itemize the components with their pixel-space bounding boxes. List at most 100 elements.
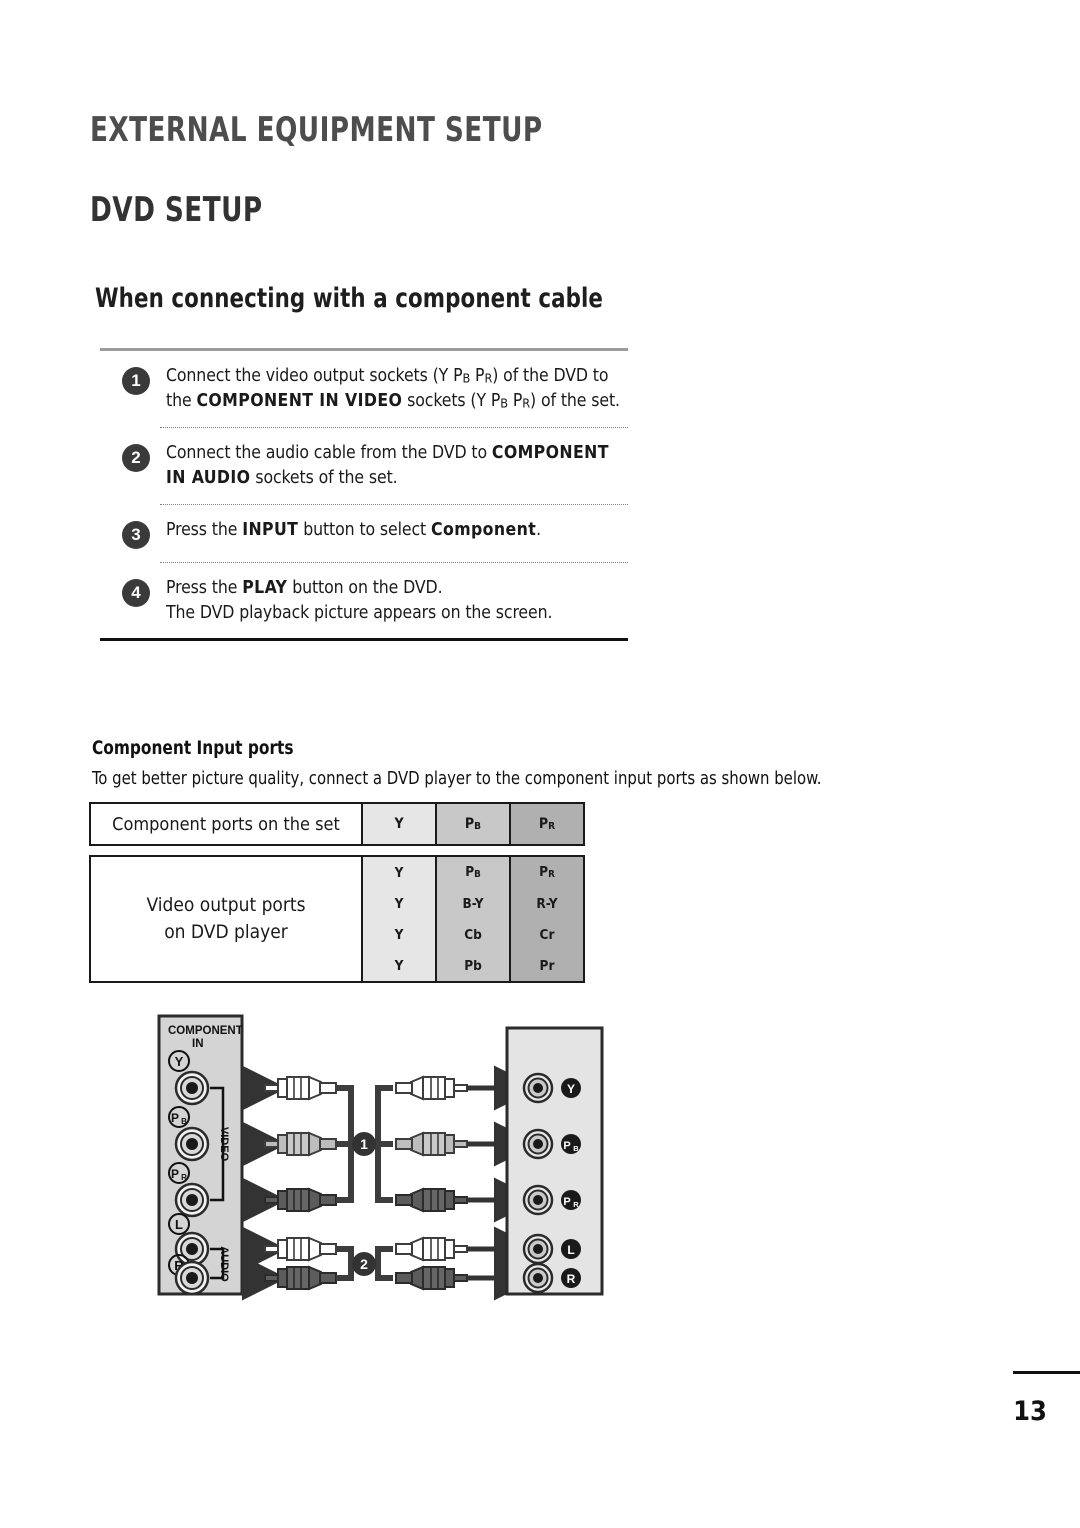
step-badge-4: 4 <box>122 578 150 607</box>
table-dvd-cell-pb-3: Pb <box>435 950 511 983</box>
svg-text:2: 2 <box>360 1256 368 1272</box>
table-dvd-cell-pr-3: Pr <box>509 950 585 983</box>
table-row: Video output ports on DVD player Y PB PR <box>89 855 585 983</box>
cable-plug-left-l <box>264 1237 337 1261</box>
dvd-jack-label-pr: P R <box>561 1190 581 1210</box>
panel-title-line1: COMPONENT <box>168 1025 243 1037</box>
step3-frag-c: button to select <box>298 519 432 540</box>
tv-jack-pr <box>174 1182 210 1218</box>
tv-component-in-panel: COMPONENT IN Y P B P R L R VIDEO AUDIO <box>157 1014 244 1296</box>
cell-main: Y <box>394 864 404 881</box>
step1-frag-i: B <box>500 395 508 411</box>
step1-frag-b: B <box>462 370 471 386</box>
video-group-label: VIDEO <box>218 1127 230 1162</box>
table-dvd-cell-pr-1: R-Y <box>509 888 585 919</box>
right-arrows <box>467 1065 539 1301</box>
cell-sub: R <box>548 869 555 881</box>
panel-title-line2: IN <box>192 1038 204 1050</box>
table-set-row-label: Component ports on the set <box>89 802 363 846</box>
dvd-jack-label-y: Y <box>561 1078 581 1098</box>
svg-text:Y: Y <box>175 1054 184 1069</box>
dvd-jack-label-r: R <box>561 1268 581 1288</box>
svg-text:B: B <box>181 1117 187 1126</box>
table-dvd-cell-pr-0: PR <box>509 855 585 888</box>
table-component-ports-on-set: Component ports on the set Y P B PR <box>89 802 585 846</box>
chapter-title: EXTERNAL EQUIPMENT SETUP <box>90 110 543 150</box>
step1-frag-e: ) of the DVD to <box>492 366 609 386</box>
left-arrows <box>242 1065 287 1301</box>
footer-rule <box>1013 1371 1080 1374</box>
cable-plug-left-r <box>264 1266 337 1290</box>
cell-main: Cb <box>464 926 482 943</box>
tv-jack-pb <box>174 1126 210 1162</box>
video-cable-bundle-right <box>375 1085 393 1203</box>
cable-plug-left-pb <box>264 1132 337 1156</box>
component-input-ports-description: To get better picture quality, connect a… <box>92 768 822 789</box>
step-badge-1: 1 <box>122 367 150 395</box>
table-set-cell-pr: PR <box>509 802 585 846</box>
step2-frag-a: Connect the audio cable from the DVD to <box>166 442 492 463</box>
step-row-1: 1 Connect the video output sockets (Y PB… <box>100 351 628 427</box>
cell-main: P <box>538 815 549 832</box>
table-dvd-cell-pr-2: Cr <box>509 919 585 950</box>
svg-text:P: P <box>171 1111 179 1125</box>
step-row-3: 3 Press the INPUT button to select Compo… <box>100 505 628 562</box>
dvd-jack-label-pb: P B <box>561 1134 581 1154</box>
cable-plug-right-pr <box>395 1188 468 1212</box>
cable-plug-right-r <box>395 1266 468 1290</box>
cell-sub: B <box>474 821 482 833</box>
step4-bold-play: PLAY <box>242 577 288 598</box>
table-dvd-cell-y-1: Y <box>361 888 437 919</box>
step1-frag-f: the <box>166 391 197 412</box>
step1-frag-l: ) of the set. <box>530 391 620 412</box>
svg-text:P: P <box>171 1167 179 1181</box>
step-row-2: 2 Connect the audio cable from the DVD t… <box>100 428 628 504</box>
section-title: DVD SETUP <box>90 190 263 230</box>
dvd-jack-label-l: L <box>561 1239 581 1259</box>
step1-frag-h: sockets (Y P <box>402 391 501 412</box>
step2-frag-d: sockets of the set. <box>250 468 398 489</box>
dvd-output-panel: Y P B P R L R <box>505 1026 604 1296</box>
svg-text:L: L <box>175 1217 183 1232</box>
cell-sub: B <box>474 869 481 881</box>
table-dvd-cell-y-0: Y <box>361 855 437 888</box>
svg-text:Y: Y <box>567 1082 575 1096</box>
cable-plug-right-l <box>395 1237 468 1261</box>
cell-main: Y <box>394 957 404 974</box>
steps-block: 1 Connect the video output sockets (Y PB… <box>100 348 628 642</box>
step1-frag-a: Connect the video output sockets (Y P <box>166 366 463 386</box>
cell-main: B-Y <box>462 895 484 912</box>
connection-diagram: COMPONENT IN Y P B P R L R VIDEO AUDIO 1… <box>155 1012 615 1312</box>
cell-main: Y <box>394 816 404 832</box>
dvd-jack-pb <box>522 1128 554 1160</box>
step1-bold-component-in-video: COMPONENT IN VIDEO <box>196 391 403 412</box>
cable-plug-right-y <box>395 1076 468 1100</box>
audio-group-label: AUDIO <box>218 1246 230 1282</box>
step-text-3: Press the INPUT button to select Compone… <box>166 518 628 543</box>
cell-main: P <box>465 864 475 881</box>
table-dvd-cell-pb-1: B-Y <box>435 888 511 919</box>
steps-bottom-rule <box>100 638 628 642</box>
step3-frag-a: Press the <box>166 519 243 540</box>
step1-frag-k: R <box>522 395 531 411</box>
table-set-cell-y: Y <box>361 802 437 846</box>
svg-text:B: B <box>573 1144 579 1153</box>
cell-main: Pr <box>539 957 555 974</box>
step4-frag-a: Press the <box>166 577 243 598</box>
table-video-output-ports-dvd: Video output ports on DVD player Y PB PR… <box>89 855 585 983</box>
dvd-jack-pr <box>522 1184 554 1216</box>
svg-text:R: R <box>567 1272 576 1286</box>
table-dvd-cell-pb-2: Cb <box>435 919 511 950</box>
svg-text:L: L <box>567 1243 574 1257</box>
tv-jack-r <box>174 1260 210 1296</box>
cable-badge-2: 2 <box>352 1252 376 1276</box>
step2-bold-in-audio: IN AUDIO <box>166 468 251 489</box>
table-row: Component ports on the set Y P B PR <box>89 802 585 846</box>
step3-bold-input: INPUT <box>242 519 299 540</box>
table-dvd-cell-y-2: Y <box>361 919 437 950</box>
table-dvd-label-line2: on DVD player <box>164 921 288 943</box>
cell-main: Cr <box>539 926 555 943</box>
svg-text:R: R <box>181 1173 187 1182</box>
component-input-ports-heading: Component Input ports <box>92 737 294 759</box>
step-row-4: 4 Press the PLAY button on the DVD. The … <box>100 563 628 639</box>
